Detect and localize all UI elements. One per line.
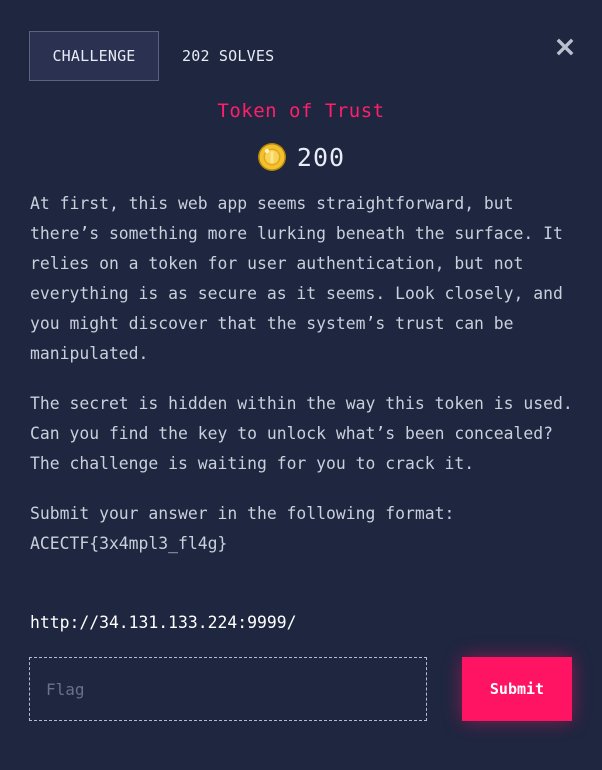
challenge-link[interactable]: http://34.131.133.224:9999/ (30, 608, 296, 638)
challenge-points: 200 (296, 142, 346, 172)
challenge-modal: CHALLENGE 202 SOLVES Token of Trust 200 … (0, 0, 602, 770)
description-paragraph: At first, this web app seems straightfor… (30, 194, 563, 363)
points-display: 200 (0, 142, 602, 172)
tab-challenge[interactable]: CHALLENGE (29, 31, 159, 81)
tab-solves[interactable]: 202 SOLVES (182, 31, 274, 81)
close-button[interactable] (556, 38, 574, 56)
challenge-title: Token of Trust (217, 100, 385, 122)
flag-input[interactable] (29, 657, 427, 721)
challenge-description: At first, this web app seems straightfor… (30, 189, 578, 579)
submit-button[interactable]: Submit (462, 657, 572, 721)
coin-icon (257, 143, 286, 171)
description-paragraph: The secret is hidden within the way this… (30, 394, 573, 473)
flag-format-text: Submit your answer in the following form… (30, 504, 455, 553)
close-icon (556, 38, 574, 56)
